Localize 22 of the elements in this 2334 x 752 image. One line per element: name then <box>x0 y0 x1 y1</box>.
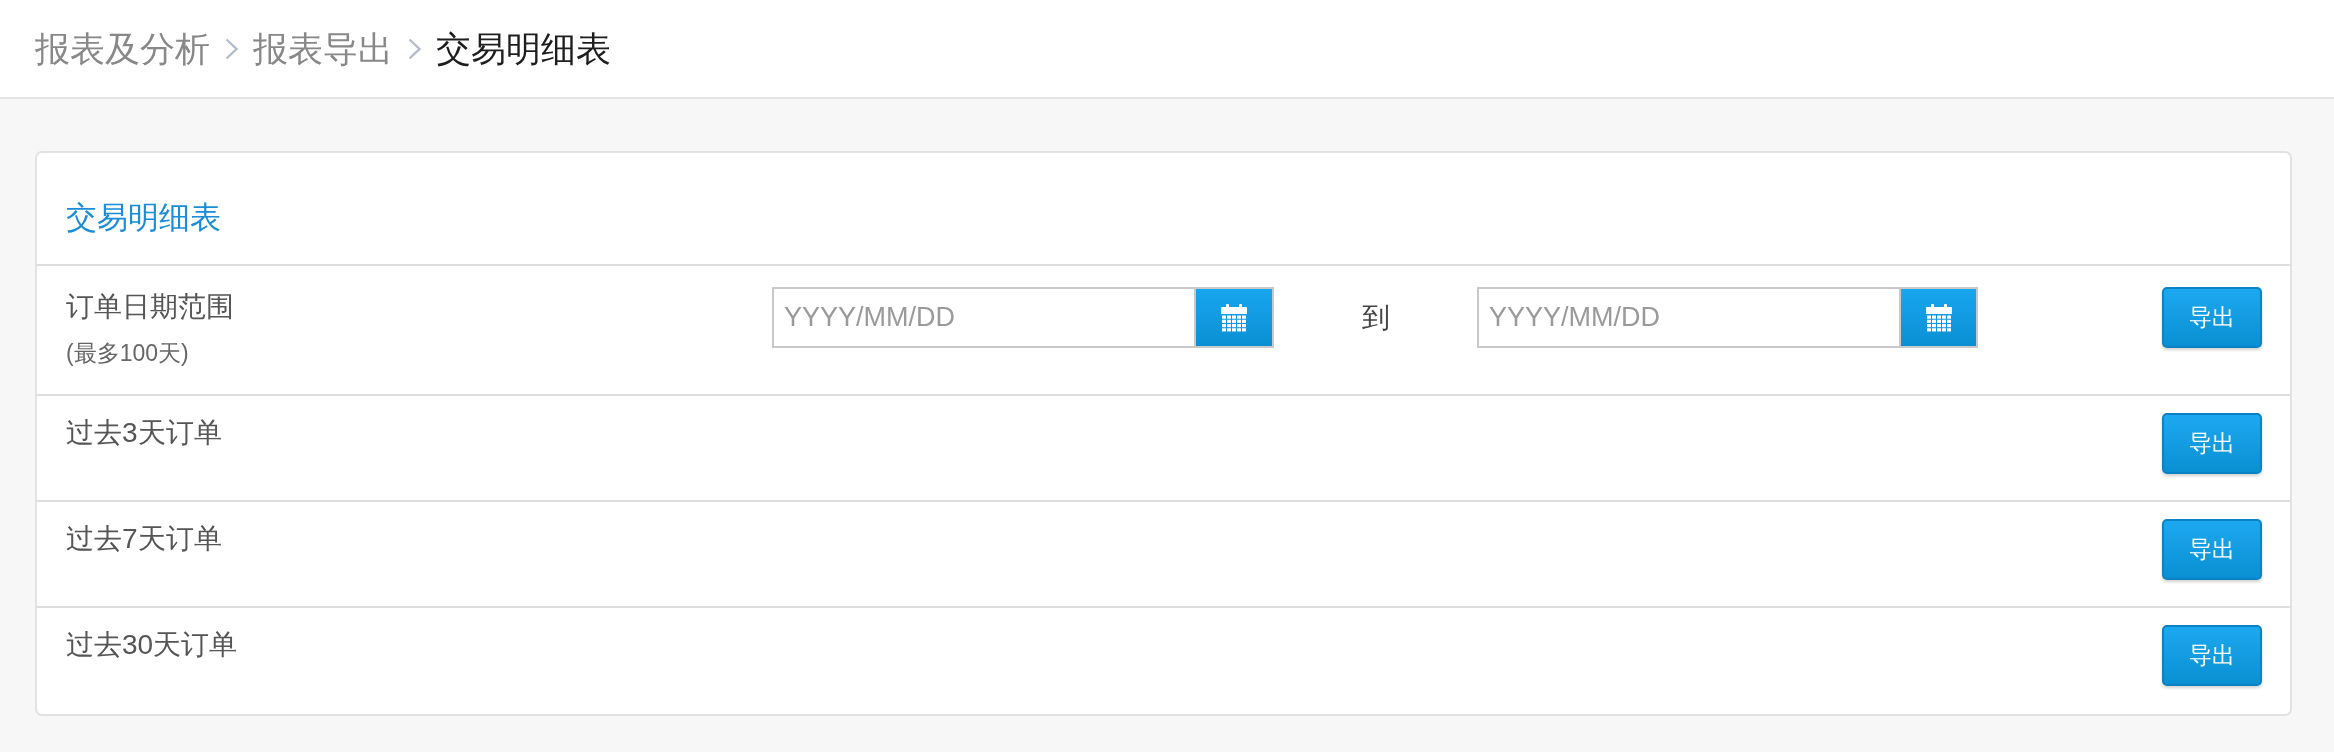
row-label: 过去3天订单 <box>66 416 222 450</box>
panel-title: 交易明细表 <box>66 199 221 237</box>
export-button[interactable]: 导出 <box>2162 519 2262 580</box>
calendar-icon <box>1221 303 1247 332</box>
calendar-icon <box>1925 303 1952 332</box>
range-note: (最多100天) <box>66 339 189 368</box>
export-button[interactable]: 导出 <box>2162 287 2262 348</box>
calendar-button[interactable] <box>1196 287 1274 348</box>
calendar-button[interactable] <box>1901 287 1978 348</box>
chevron-right-icon <box>225 37 238 60</box>
range-separator: 到 <box>1361 300 1390 335</box>
row-label: 订单日期范围 <box>66 290 234 324</box>
breadcrumb-link[interactable]: 报表及分析 <box>35 26 210 71</box>
row-label: 过去7天订单 <box>66 522 222 556</box>
breadcrumb-link[interactable]: 交易明细表 <box>436 26 611 71</box>
date-input-field[interactable]: YYYY/MM/DD <box>1477 287 1901 348</box>
breadcrumb-link[interactable]: 报表导出 <box>253 26 393 71</box>
export-button[interactable]: 导出 <box>2162 413 2262 474</box>
export-button[interactable]: 导出 <box>2162 625 2262 686</box>
date-input-field[interactable]: YYYY/MM/DD <box>772 287 1196 348</box>
chevron-right-icon <box>408 37 421 60</box>
row-label: 过去30天订单 <box>66 628 238 662</box>
